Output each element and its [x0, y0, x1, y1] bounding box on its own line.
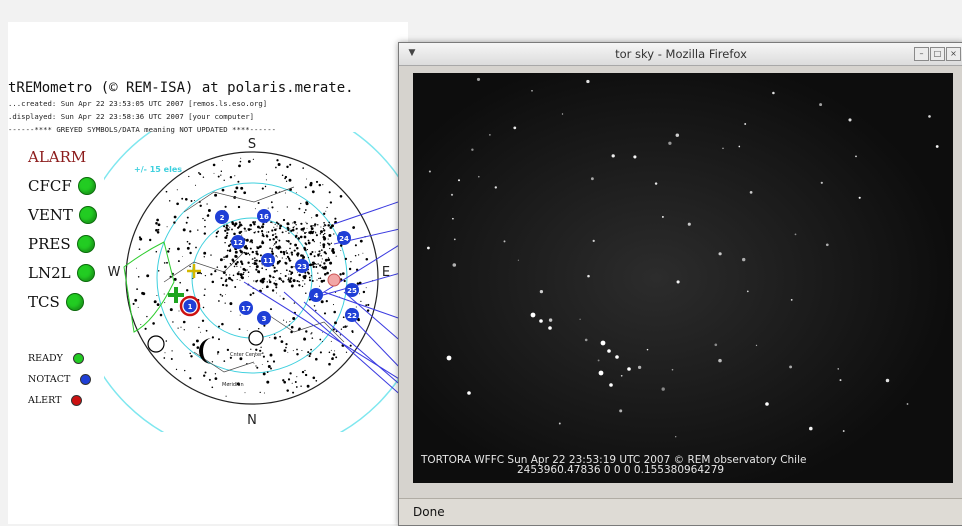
info-line-created: ...created: Sun Apr 22 23:53:05 UTC 2007… — [8, 99, 268, 108]
status-row-tcs: TCS — [28, 293, 84, 311]
maximize-icon[interactable]: □ — [930, 47, 945, 61]
direction-west: W — [108, 265, 121, 280]
close-icon[interactable]: × — [946, 47, 961, 61]
legend-label: READY — [28, 353, 63, 364]
legend-ready: READY — [28, 353, 84, 364]
legend-label: NOTACT — [28, 374, 71, 385]
status-label: CFCF — [28, 177, 72, 195]
sky-map[interactable]: 2 16 12 24 11 23 4 25 1 17 3 22 Cnter Ce… — [104, 132, 404, 432]
status-label: LN2L — [28, 264, 71, 282]
status-led-icon — [65, 293, 84, 311]
elevation-label: +/- 15 eles — [134, 165, 182, 174]
svg-text:12: 12 — [233, 239, 243, 247]
direction-east: E — [382, 265, 390, 280]
svg-text:22: 22 — [347, 312, 357, 320]
legend-alert: ALERT — [28, 395, 83, 406]
alert-dot-icon — [71, 395, 83, 406]
firefox-window: ▼ tor sky - Mozilla Firefox – □ × TORTOR… — [398, 42, 962, 526]
page-title: tREMometro (© REM-ISA) at polaris.merate… — [8, 80, 354, 96]
svg-text:4: 4 — [314, 292, 319, 300]
status-led-icon — [78, 206, 97, 224]
minimize-icon[interactable]: – — [914, 47, 929, 61]
status-led-icon — [76, 235, 95, 253]
status-label: TCS — [28, 293, 60, 311]
status-row-cfcf: CFCF — [28, 177, 96, 195]
alarm-label: ALARM — [28, 148, 87, 166]
jupiter-symbol-icon — [248, 330, 264, 346]
notact-dot-icon — [80, 374, 92, 385]
status-bar: Done — [399, 498, 962, 525]
svg-text:16: 16 — [259, 213, 269, 221]
status-led-icon — [76, 264, 95, 282]
caption-line-2: 2453960.47836 0 0 0 0.155380964279 — [517, 464, 725, 476]
venus-symbol-icon — [147, 335, 165, 353]
legend-notact: NOTACT — [28, 374, 92, 385]
svg-text:2: 2 — [220, 214, 225, 222]
window-titlebar[interactable]: ▼ tor sky - Mozilla Firefox – □ × — [399, 43, 962, 66]
status-row-pres: PRES — [28, 235, 95, 253]
ready-dot-icon — [72, 353, 84, 364]
status-row-vent: VENT — [28, 206, 97, 224]
pink-target-marker-icon — [327, 273, 341, 287]
direction-north: N — [247, 413, 257, 428]
svg-text:17: 17 — [241, 305, 251, 313]
info-line-displayed: .displayed: Sun Apr 22 23:58:36 UTC 2007… — [8, 112, 255, 121]
status-text: Done — [413, 505, 445, 519]
svg-text:25: 25 — [347, 287, 357, 295]
status-label: VENT — [28, 206, 73, 224]
status-label: PRES — [28, 235, 71, 253]
svg-text:3: 3 — [262, 315, 267, 323]
svg-text:1: 1 — [188, 303, 193, 311]
direction-south: S — [248, 137, 256, 152]
image-caption: TORTORA WFFC Sun Apr 22 23:53:19 UTC 200… — [421, 455, 806, 476]
legend-label: ALERT — [28, 395, 62, 406]
horizon-circle — [125, 151, 379, 405]
status-row-ln2l: LN2L — [28, 264, 95, 282]
sky-image-svg — [413, 73, 953, 483]
svg-text:24: 24 — [339, 235, 349, 243]
meridian-label: Meridian — [222, 382, 244, 388]
svg-text:11: 11 — [263, 257, 273, 265]
svg-text:23: 23 — [297, 263, 307, 271]
window-title: tor sky - Mozilla Firefox — [615, 47, 747, 61]
moon-label: Cnter Center — [230, 352, 263, 358]
status-led-icon — [77, 177, 96, 195]
sky-image: TORTORA WFFC Sun Apr 22 23:53:19 UTC 200… — [413, 73, 953, 483]
